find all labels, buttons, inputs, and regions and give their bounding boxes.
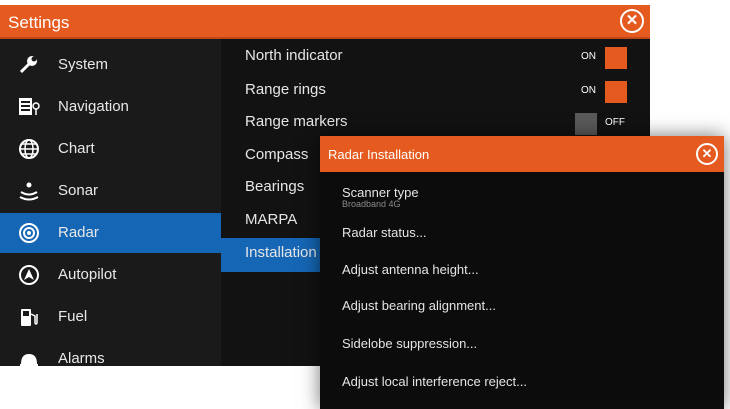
- settings-title: Settings: [8, 13, 70, 32]
- toggle-state: OFF: [605, 117, 625, 128]
- settings-sidebar: System Navigation Chart Sonar Radar Auto…: [0, 39, 222, 366]
- toggle-knob: [575, 113, 597, 135]
- interference-reject-item[interactable]: Adjust local interference reject...: [320, 363, 724, 399]
- close-icon[interactable]: ✕: [620, 9, 644, 33]
- globe-icon: [18, 138, 40, 160]
- sidelobe-suppression-item[interactable]: Sidelobe suppression...: [320, 325, 724, 361]
- range-markers-toggle[interactable]: OFF: [575, 113, 627, 135]
- installation-row[interactable]: Installation: [221, 238, 326, 272]
- sidebar-item-sonar[interactable]: Sonar: [0, 171, 221, 211]
- sidebar-item-label: Navigation: [58, 98, 129, 115]
- row-label: Bearings: [245, 178, 305, 195]
- sidebar-item-label: Radar: [58, 224, 99, 241]
- item-label: Scanner type: [342, 185, 419, 200]
- autopilot-icon: [18, 264, 40, 286]
- toggle-state: ON: [581, 51, 596, 62]
- north-indicator-toggle[interactable]: ON: [575, 47, 627, 69]
- toggle-knob: [605, 81, 627, 103]
- sonar-icon: [18, 180, 40, 202]
- sidebar-item-alarms[interactable]: Alarms: [0, 339, 221, 366]
- item-label: Adjust antenna height...: [342, 262, 479, 277]
- range-rings-row[interactable]: Range rings ON: [221, 75, 650, 109]
- range-rings-toggle[interactable]: ON: [575, 81, 627, 103]
- row-label: North indicator: [245, 47, 343, 64]
- row-label: Installation: [245, 244, 317, 261]
- toggle-state: ON: [581, 85, 596, 96]
- dialog-titlebar: Radar Installation ✕: [320, 136, 724, 172]
- sidebar-item-radar[interactable]: Radar: [0, 213, 221, 253]
- scanner-type-value: Broadband 4G: [342, 199, 401, 209]
- sidebar-item-navigation[interactable]: Navigation: [0, 87, 221, 127]
- sidebar-item-label: Chart: [58, 140, 95, 157]
- sidebar-item-label: Fuel: [58, 308, 88, 325]
- settings-titlebar: Settings ✕: [0, 5, 650, 39]
- sidebar-item-label: System: [58, 56, 109, 73]
- sidebar-item-fuel[interactable]: Fuel: [0, 297, 221, 337]
- sidebar-item-label: Autopilot: [58, 266, 117, 283]
- north-indicator-row[interactable]: North indicator ON: [221, 41, 650, 75]
- item-label: Adjust local interference reject...: [342, 374, 527, 389]
- radar-icon: [18, 222, 40, 244]
- antenna-height-item[interactable]: Adjust antenna height...: [320, 251, 724, 287]
- item-label: Radar status...: [342, 225, 427, 240]
- item-label: Adjust bearing alignment...: [342, 298, 496, 313]
- dialog-title: Radar Installation: [328, 147, 430, 162]
- alarm-icon: [18, 348, 40, 366]
- sidebar-item-label: Sonar: [58, 182, 99, 199]
- bearing-alignment-item[interactable]: Adjust bearing alignment...: [320, 287, 724, 323]
- close-icon[interactable]: ✕: [696, 143, 718, 165]
- sidebar-item-label: Alarms: [58, 350, 105, 366]
- row-label: Range markers: [245, 113, 348, 130]
- navigation-icon: [18, 96, 40, 118]
- sidebar-item-chart[interactable]: Chart: [0, 129, 221, 169]
- toggle-knob: [605, 47, 627, 69]
- sidebar-item-autopilot[interactable]: Autopilot: [0, 255, 221, 295]
- row-label: MARPA: [245, 211, 298, 228]
- radar-status-item[interactable]: Radar status...: [320, 214, 724, 250]
- wrench-icon: [18, 54, 40, 76]
- item-label: Sidelobe suppression...: [342, 336, 478, 351]
- fuel-icon: [18, 306, 40, 328]
- row-label: Range rings: [245, 81, 326, 98]
- row-label: Compass: [245, 146, 309, 163]
- sidebar-item-system[interactable]: System: [0, 45, 221, 85]
- radar-installation-dialog: Radar Installation ✕ Scanner type Broadb…: [320, 136, 724, 409]
- scanner-type-item[interactable]: Scanner type Broadband 4G: [320, 174, 724, 214]
